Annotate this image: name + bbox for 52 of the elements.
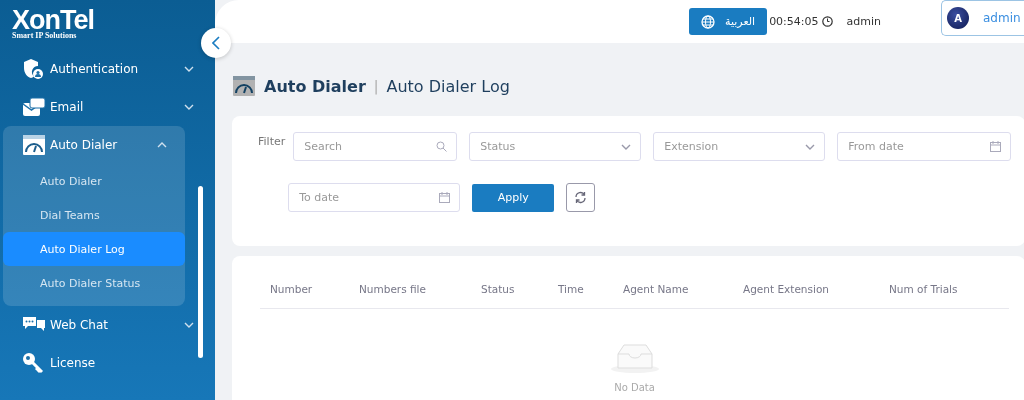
clock-time: 00:54:05	[769, 15, 819, 28]
sidebar-item[interactable]: Web Chat	[3, 306, 212, 344]
sidebar-item[interactable]: Authentication	[3, 50, 212, 88]
date-field[interactable]: From date	[837, 132, 1012, 161]
username: admin	[846, 15, 881, 28]
logo-tagline: Smart IP Solutions	[12, 31, 77, 40]
calendar-icon	[439, 192, 451, 203]
refresh-icon	[574, 191, 588, 204]
gauge-icon	[232, 75, 256, 97]
column-header: Time	[558, 283, 585, 295]
envelope-icon	[22, 97, 46, 117]
column-header: Agent Name	[623, 283, 690, 295]
date-field[interactable]: To date	[288, 183, 461, 212]
column-header: Status	[481, 283, 516, 295]
empty-state-text: No Data	[614, 382, 655, 393]
collapse-sidebar-button[interactable]	[201, 28, 231, 58]
sidebar-subitem[interactable]: Dial Teams	[3, 198, 185, 232]
column-header: Agent Extension	[743, 283, 830, 295]
gauge-icon	[22, 134, 46, 156]
chevron-icon	[184, 66, 194, 72]
language-button[interactable]: العربية	[689, 8, 768, 35]
page-title: Auto Dialer Log	[386, 76, 510, 96]
sidebar-item[interactable]: Auto Dialer	[3, 126, 185, 164]
empty-inbox-icon	[609, 342, 660, 374]
globe-icon	[701, 14, 716, 29]
dropdown[interactable]: Status	[469, 132, 642, 161]
search-field[interactable]: Search	[293, 132, 458, 161]
sidebar-subitem[interactable]: Auto Dialer	[3, 164, 185, 198]
sidebar-item[interactable]: Email	[3, 88, 212, 126]
sidebar-subitem[interactable]: Auto Dialer Status	[3, 266, 185, 300]
avatar: A	[947, 7, 969, 29]
chevron-icon	[184, 322, 194, 328]
sidebar-item[interactable]: License	[3, 344, 212, 382]
apply-button[interactable]: Apply	[472, 183, 555, 212]
user-menu[interactable]: A admin	[941, 0, 1024, 36]
chevron-icon	[184, 104, 194, 110]
column-header: Num of Trials	[889, 283, 959, 295]
column-header: Number	[270, 283, 314, 295]
title-separator: |	[373, 78, 379, 94]
sidebar-subitem[interactable]: Auto Dialer Log	[3, 232, 185, 266]
refresh-button[interactable]	[566, 183, 596, 212]
key-icon	[22, 352, 44, 374]
dropdown[interactable]: Extension	[653, 132, 826, 161]
chevron-left-icon	[212, 36, 220, 50]
search-icon	[436, 141, 448, 152]
filter-label: Filter	[258, 134, 286, 150]
shield-user-icon	[22, 58, 44, 80]
clock-icon	[821, 16, 833, 27]
chevron-icon	[157, 142, 167, 148]
column-header: Numbers file	[359, 283, 427, 295]
section-title: Auto Dialer	[264, 76, 366, 96]
calendar-icon	[990, 141, 1002, 152]
